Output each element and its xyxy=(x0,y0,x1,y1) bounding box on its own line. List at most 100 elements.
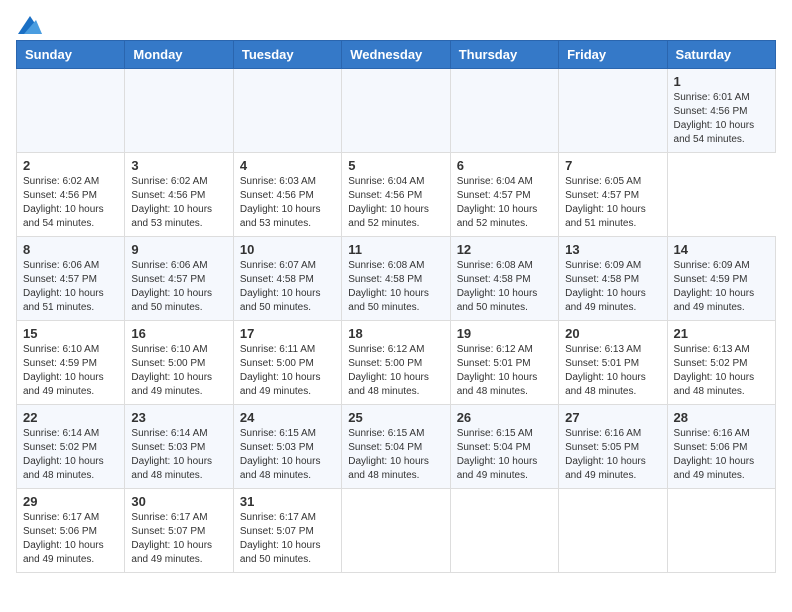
sunrise-time: Sunrise: 6:07 AM xyxy=(240,259,335,273)
day-number: 3 xyxy=(131,158,226,173)
day-info: Sunrise: 6:13 AM Sunset: 5:02 PM Dayligh… xyxy=(674,343,769,399)
sunrise-time: Sunrise: 6:09 AM xyxy=(565,259,660,273)
sunrise-time: Sunrise: 6:11 AM xyxy=(240,343,335,357)
day-info: Sunrise: 6:17 AM Sunset: 5:06 PM Dayligh… xyxy=(23,511,118,567)
calendar-day-8: 8 Sunrise: 6:06 AM Sunset: 4:57 PM Dayli… xyxy=(17,237,125,321)
day-info: Sunrise: 6:04 AM Sunset: 4:56 PM Dayligh… xyxy=(348,175,443,231)
calendar-day-28: 28 Sunrise: 6:16 AM Sunset: 5:06 PM Dayl… xyxy=(667,405,775,489)
day-info: Sunrise: 6:09 AM Sunset: 4:59 PM Dayligh… xyxy=(674,259,769,315)
sunset-time: Sunset: 5:03 PM xyxy=(240,441,335,455)
daylight-hours: Daylight: 10 hours and 51 minutes. xyxy=(565,203,660,231)
calendar-table: SundayMondayTuesdayWednesdayThursdayFrid… xyxy=(16,40,776,573)
day-info: Sunrise: 6:04 AM Sunset: 4:57 PM Dayligh… xyxy=(457,175,552,231)
sunset-time: Sunset: 4:57 PM xyxy=(131,273,226,287)
sunrise-time: Sunrise: 6:15 AM xyxy=(348,427,443,441)
day-number: 2 xyxy=(23,158,118,173)
sunrise-time: Sunrise: 6:04 AM xyxy=(457,175,552,189)
day-info: Sunrise: 6:16 AM Sunset: 5:06 PM Dayligh… xyxy=(674,427,769,483)
calendar-header-saturday: Saturday xyxy=(667,41,775,69)
day-info: Sunrise: 6:17 AM Sunset: 5:07 PM Dayligh… xyxy=(131,511,226,567)
empty-cell xyxy=(342,69,450,153)
sunset-time: Sunset: 4:56 PM xyxy=(23,189,118,203)
calendar-day-31: 31 Sunrise: 6:17 AM Sunset: 5:07 PM Dayl… xyxy=(233,489,341,573)
empty-cell xyxy=(342,489,450,573)
calendar-day-12: 12 Sunrise: 6:08 AM Sunset: 4:58 PM Dayl… xyxy=(450,237,558,321)
sunset-time: Sunset: 4:58 PM xyxy=(348,273,443,287)
day-info: Sunrise: 6:06 AM Sunset: 4:57 PM Dayligh… xyxy=(23,259,118,315)
sunrise-time: Sunrise: 6:13 AM xyxy=(565,343,660,357)
sunset-time: Sunset: 4:56 PM xyxy=(131,189,226,203)
day-number: 1 xyxy=(674,74,769,89)
sunrise-time: Sunrise: 6:05 AM xyxy=(565,175,660,189)
calendar-day-16: 16 Sunrise: 6:10 AM Sunset: 5:00 PM Dayl… xyxy=(125,321,233,405)
empty-cell xyxy=(125,69,233,153)
sunset-time: Sunset: 5:00 PM xyxy=(240,357,335,371)
daylight-hours: Daylight: 10 hours and 53 minutes. xyxy=(240,203,335,231)
daylight-hours: Daylight: 10 hours and 49 minutes. xyxy=(23,371,118,399)
sunrise-time: Sunrise: 6:10 AM xyxy=(23,343,118,357)
day-number: 15 xyxy=(23,326,118,341)
sunset-time: Sunset: 5:06 PM xyxy=(674,441,769,455)
day-number: 8 xyxy=(23,242,118,257)
day-number: 20 xyxy=(565,326,660,341)
daylight-hours: Daylight: 10 hours and 54 minutes. xyxy=(23,203,118,231)
daylight-hours: Daylight: 10 hours and 53 minutes. xyxy=(131,203,226,231)
sunrise-time: Sunrise: 6:17 AM xyxy=(23,511,118,525)
daylight-hours: Daylight: 10 hours and 48 minutes. xyxy=(23,455,118,483)
calendar-day-18: 18 Sunrise: 6:12 AM Sunset: 5:00 PM Dayl… xyxy=(342,321,450,405)
calendar-week-4: 15 Sunrise: 6:10 AM Sunset: 4:59 PM Dayl… xyxy=(17,321,776,405)
daylight-hours: Daylight: 10 hours and 49 minutes. xyxy=(565,287,660,315)
day-number: 23 xyxy=(131,410,226,425)
day-number: 16 xyxy=(131,326,226,341)
daylight-hours: Daylight: 10 hours and 48 minutes. xyxy=(348,371,443,399)
daylight-hours: Daylight: 10 hours and 50 minutes. xyxy=(240,287,335,315)
daylight-hours: Daylight: 10 hours and 48 minutes. xyxy=(674,371,769,399)
daylight-hours: Daylight: 10 hours and 48 minutes. xyxy=(240,455,335,483)
calendar-day-10: 10 Sunrise: 6:07 AM Sunset: 4:58 PM Dayl… xyxy=(233,237,341,321)
day-number: 22 xyxy=(23,410,118,425)
day-number: 6 xyxy=(457,158,552,173)
empty-cell xyxy=(17,69,125,153)
sunrise-time: Sunrise: 6:06 AM xyxy=(131,259,226,273)
calendar-day-5: 5 Sunrise: 6:04 AM Sunset: 4:56 PM Dayli… xyxy=(342,153,450,237)
day-number: 29 xyxy=(23,494,118,509)
calendar-week-2: 2 Sunrise: 6:02 AM Sunset: 4:56 PM Dayli… xyxy=(17,153,776,237)
sunset-time: Sunset: 4:59 PM xyxy=(23,357,118,371)
calendar-day-6: 6 Sunrise: 6:04 AM Sunset: 4:57 PM Dayli… xyxy=(450,153,558,237)
empty-cell xyxy=(450,69,558,153)
sunrise-time: Sunrise: 6:17 AM xyxy=(240,511,335,525)
daylight-hours: Daylight: 10 hours and 48 minutes. xyxy=(565,371,660,399)
calendar-week-3: 8 Sunrise: 6:06 AM Sunset: 4:57 PM Dayli… xyxy=(17,237,776,321)
sunset-time: Sunset: 5:05 PM xyxy=(565,441,660,455)
sunrise-time: Sunrise: 6:06 AM xyxy=(23,259,118,273)
day-number: 30 xyxy=(131,494,226,509)
calendar-header-thursday: Thursday xyxy=(450,41,558,69)
calendar-header-tuesday: Tuesday xyxy=(233,41,341,69)
calendar-day-2: 2 Sunrise: 6:02 AM Sunset: 4:56 PM Dayli… xyxy=(17,153,125,237)
daylight-hours: Daylight: 10 hours and 49 minutes. xyxy=(131,371,226,399)
daylight-hours: Daylight: 10 hours and 49 minutes. xyxy=(23,539,118,567)
empty-cell xyxy=(233,69,341,153)
calendar-day-25: 25 Sunrise: 6:15 AM Sunset: 5:04 PM Dayl… xyxy=(342,405,450,489)
day-number: 12 xyxy=(457,242,552,257)
daylight-hours: Daylight: 10 hours and 49 minutes. xyxy=(565,455,660,483)
day-number: 25 xyxy=(348,410,443,425)
calendar-day-30: 30 Sunrise: 6:17 AM Sunset: 5:07 PM Dayl… xyxy=(125,489,233,573)
day-info: Sunrise: 6:16 AM Sunset: 5:05 PM Dayligh… xyxy=(565,427,660,483)
calendar-week-6: 29 Sunrise: 6:17 AM Sunset: 5:06 PM Dayl… xyxy=(17,489,776,573)
calendar-day-17: 17 Sunrise: 6:11 AM Sunset: 5:00 PM Dayl… xyxy=(233,321,341,405)
sunset-time: Sunset: 4:57 PM xyxy=(457,189,552,203)
calendar-day-27: 27 Sunrise: 6:16 AM Sunset: 5:05 PM Dayl… xyxy=(559,405,667,489)
day-info: Sunrise: 6:15 AM Sunset: 5:04 PM Dayligh… xyxy=(348,427,443,483)
empty-cell xyxy=(559,489,667,573)
calendar-day-9: 9 Sunrise: 6:06 AM Sunset: 4:57 PM Dayli… xyxy=(125,237,233,321)
day-info: Sunrise: 6:09 AM Sunset: 4:58 PM Dayligh… xyxy=(565,259,660,315)
day-info: Sunrise: 6:13 AM Sunset: 5:01 PM Dayligh… xyxy=(565,343,660,399)
day-number: 26 xyxy=(457,410,552,425)
calendar-day-11: 11 Sunrise: 6:08 AM Sunset: 4:58 PM Dayl… xyxy=(342,237,450,321)
calendar-day-22: 22 Sunrise: 6:14 AM Sunset: 5:02 PM Dayl… xyxy=(17,405,125,489)
sunset-time: Sunset: 5:02 PM xyxy=(23,441,118,455)
sunrise-time: Sunrise: 6:04 AM xyxy=(348,175,443,189)
daylight-hours: Daylight: 10 hours and 48 minutes. xyxy=(131,455,226,483)
daylight-hours: Daylight: 10 hours and 49 minutes. xyxy=(674,455,769,483)
